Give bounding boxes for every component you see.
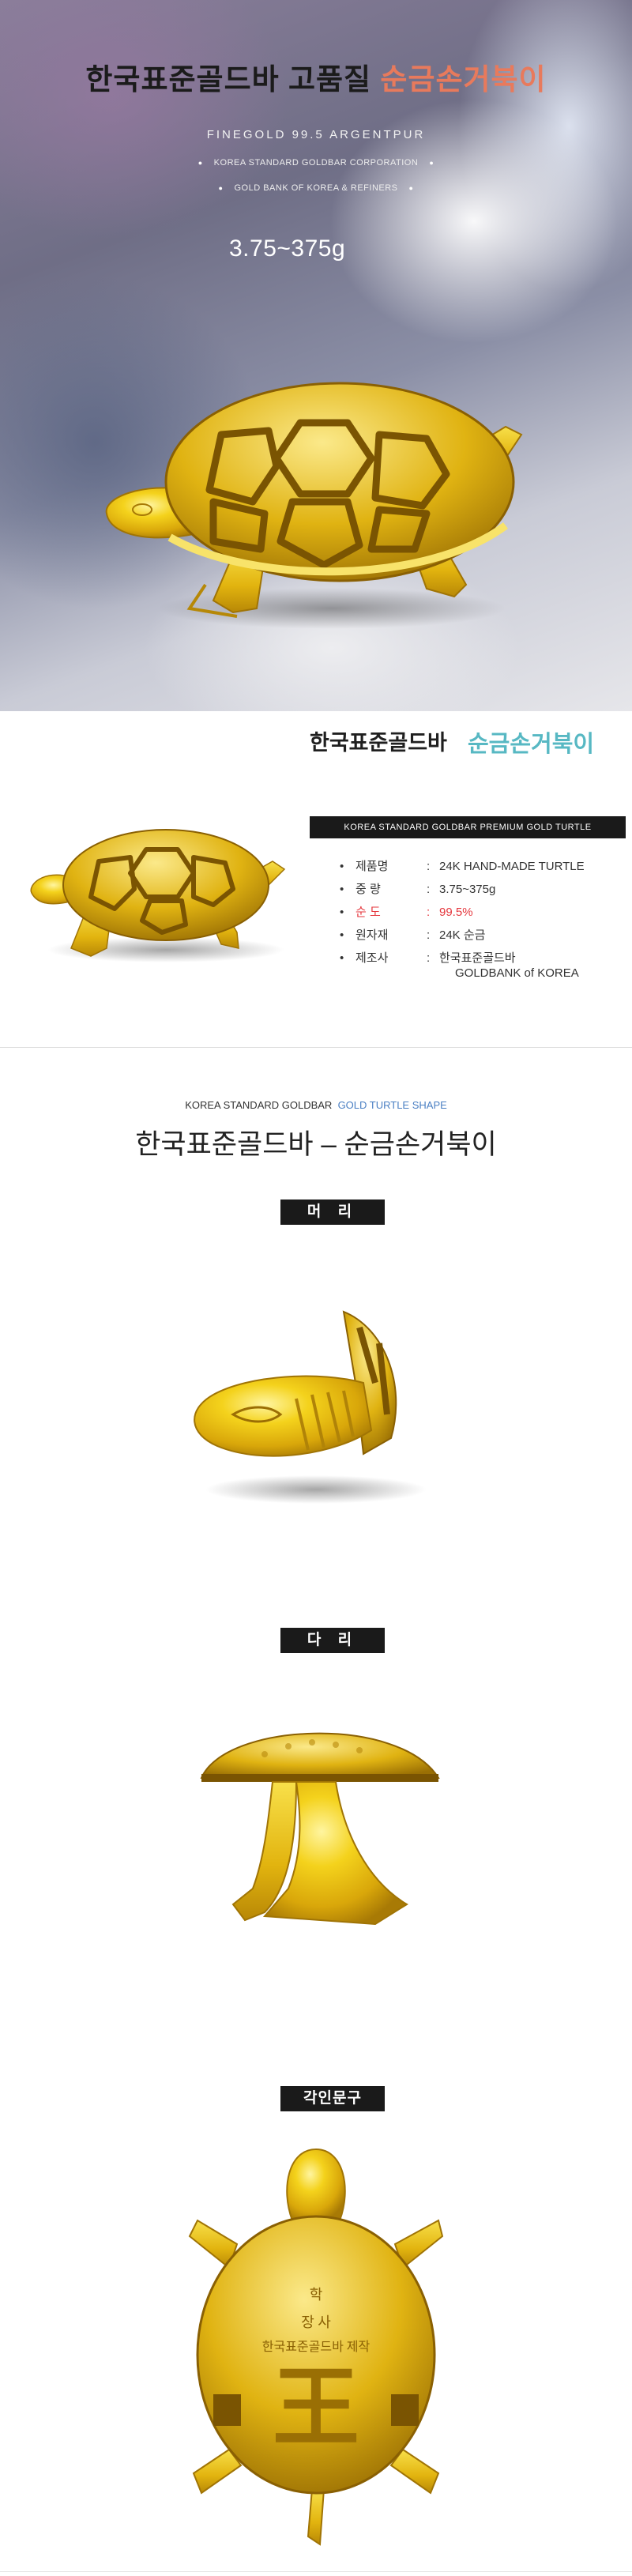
bullet-icon: ● (429, 159, 434, 167)
engraving-top-char: 학 (310, 2287, 323, 2303)
spec-row-material: • 원자재 : 24K 순금 (340, 924, 624, 947)
spec-label: 순 도 (356, 906, 381, 919)
tag-leg: 다 리 (280, 1628, 385, 1653)
bullet-icon: ● (218, 184, 224, 192)
spec-row-purity: • 순 도 : 99.5% (340, 901, 624, 924)
shape-caption-prefix: KOREA STANDARD GOLDBAR (185, 1099, 333, 1111)
engraving-line1: 장 사 (301, 2314, 331, 2330)
tag-head: 머 리 (280, 1199, 385, 1225)
spec-value: 24K HAND-MADE TURTLE (439, 860, 585, 873)
hero-bank: GOLD BANK OF KOREA & REFINERS (234, 183, 398, 193)
shape-section-caption: KOREA STANDARD GOLDBAR GOLD TURTLE SHAPE (0, 1099, 632, 1111)
spec-value: 99.5% (439, 906, 473, 919)
spec-maker-extra: GOLDBANK of KOREA (455, 966, 579, 980)
info-label-bar: KOREA STANDARD GOLDBAR PREMIUM GOLD TURT… (310, 816, 626, 838)
hero-bank-line: ● GOLD BANK OF KOREA & REFINERS ● (0, 183, 632, 193)
tag-engraving: 각인문구 (280, 2086, 385, 2111)
info-brand: 한국표준골드바 (310, 731, 447, 755)
info-product-name: 순금손거북이 (468, 732, 595, 757)
spec-list: • 제품명 : 24K HAND-MADE TURTLE • 중 량 : 3.7… (340, 855, 624, 970)
bullet-icon: ● (408, 184, 414, 192)
gold-turtle-hero-image (105, 382, 523, 629)
turtle-leg-closeup-image (200, 1732, 440, 1926)
hero-weight-range: 3.75~375g (229, 235, 346, 262)
hero-title: 한국표준골드바 고품질 순금손거북이 (0, 55, 632, 98)
spec-row-name: • 제품명 : 24K HAND-MADE TURTLE (340, 855, 624, 878)
spec-row-weight: • 중 량 : 3.75~375g (340, 878, 624, 901)
spec-label: 제조사 (356, 951, 389, 965)
section-divider (0, 1047, 632, 1048)
gold-turtle-thumbnail-image (30, 829, 286, 962)
spec-value: 24K 순금 (439, 928, 486, 942)
turtle-engraving-closeup-image: 학 장 사 한국표준골드바 제작 王 (188, 2148, 444, 2546)
hero-subtitle: FINEGOLD 99.5 ARGENTPUR (206, 128, 426, 141)
shape-caption-accent: GOLD TURTLE SHAPE (337, 1099, 447, 1111)
bullet-icon: ● (198, 159, 203, 167)
spec-label: 원자재 (356, 928, 389, 942)
shape-section-title: 한국표준골드바 – 순금손거북이 (135, 1129, 497, 1160)
spec-label: 제품명 (356, 860, 389, 873)
hero-corporation-line: ● KOREA STANDARD GOLDBAR CORPORATION ● (0, 158, 632, 168)
turtle-head-closeup-image (194, 1310, 427, 1504)
hero-title-accent: 순금손거북이 (380, 63, 547, 96)
engraving-line2: 한국표준골드바 제작 (262, 2340, 371, 2354)
product-detail-page: 한국표준골드바 고품질 순금손거북이 FINEGOLD 99.5 ARGENTP… (0, 0, 632, 2576)
hero-banner: 한국표준골드바 고품질 순금손거북이 FINEGOLD 99.5 ARGENTP… (0, 0, 632, 711)
hero-title-main: 한국표준골드바 고품질 (85, 63, 372, 96)
hero-corporation: KOREA STANDARD GOLDBAR CORPORATION (213, 158, 419, 168)
engraving-center-glyph: 王 (273, 2360, 359, 2457)
footer-divider (0, 2571, 632, 2572)
spec-value: 3.75~375g (439, 883, 496, 896)
spec-label: 중 량 (356, 883, 381, 896)
